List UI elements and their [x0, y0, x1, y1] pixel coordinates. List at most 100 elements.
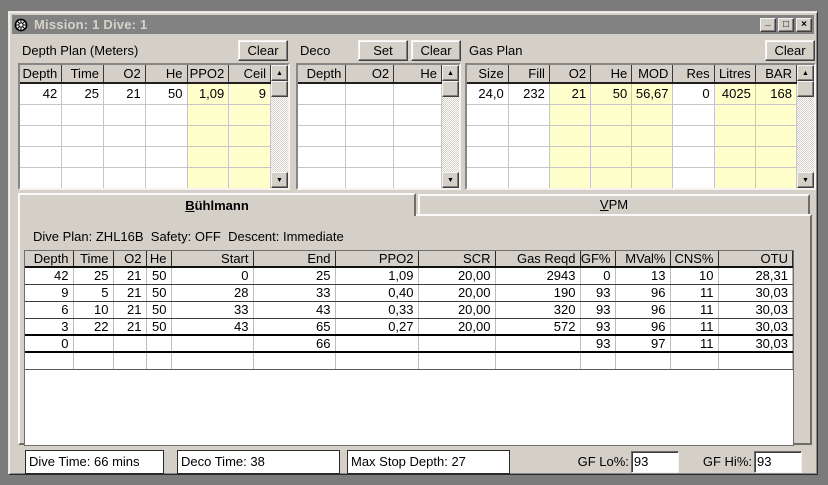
cell[interactable] — [467, 125, 508, 146]
close-button[interactable]: × — [796, 18, 812, 32]
cell[interactable] — [298, 167, 346, 188]
gas-plan-clear-button[interactable]: Clear — [765, 40, 815, 61]
title-bar[interactable]: Mission: 1 Dive: 1 _ □ × — [12, 15, 814, 34]
cell[interactable] — [755, 104, 796, 125]
cell[interactable] — [298, 104, 346, 125]
cell[interactable] — [104, 104, 146, 125]
cell[interactable] — [20, 146, 62, 167]
cell[interactable] — [145, 125, 187, 146]
scrollbar-track[interactable] — [797, 97, 814, 172]
cell[interactable] — [394, 104, 442, 125]
cell[interactable]: 50 — [591, 83, 632, 104]
gas-plan-scrollbar[interactable]: ▲ ▼ — [797, 65, 814, 188]
scrollbar-track[interactable] — [271, 97, 288, 172]
cell[interactable] — [549, 125, 590, 146]
cell[interactable]: 4025 — [714, 83, 755, 104]
deco-clear-button[interactable]: Clear — [411, 40, 461, 61]
cell[interactable]: 25 — [62, 83, 104, 104]
cell[interactable] — [229, 104, 271, 125]
gf-hi-input[interactable] — [754, 451, 802, 473]
cell[interactable] — [632, 104, 673, 125]
cell[interactable] — [187, 104, 229, 125]
cell[interactable] — [298, 83, 346, 104]
cell[interactable] — [549, 146, 590, 167]
cell[interactable] — [755, 146, 796, 167]
scrollbar-thumb[interactable] — [797, 81, 814, 97]
cell[interactable] — [549, 167, 590, 188]
scroll-down-icon[interactable]: ▼ — [797, 172, 814, 188]
cell[interactable] — [714, 146, 755, 167]
cell[interactable] — [346, 104, 394, 125]
cell[interactable] — [508, 167, 549, 188]
scroll-up-icon[interactable]: ▲ — [797, 65, 814, 81]
cell[interactable] — [394, 167, 442, 188]
cell[interactable] — [229, 146, 271, 167]
scroll-up-icon[interactable]: ▲ — [442, 65, 459, 81]
cell[interactable]: 24,0 — [467, 83, 508, 104]
cell[interactable] — [346, 83, 394, 104]
scrollbar-thumb[interactable] — [442, 81, 459, 97]
cell[interactable] — [346, 167, 394, 188]
cell[interactable] — [467, 146, 508, 167]
cell[interactable] — [145, 167, 187, 188]
cell[interactable]: 9 — [229, 83, 271, 104]
cell[interactable] — [394, 125, 442, 146]
cell[interactable] — [187, 125, 229, 146]
cell[interactable] — [20, 167, 62, 188]
scrollbar-track[interactable] — [442, 97, 459, 172]
cell[interactable]: 0 — [673, 83, 714, 104]
cell[interactable] — [104, 146, 146, 167]
cell[interactable] — [714, 125, 755, 146]
cell[interactable] — [104, 167, 146, 188]
cell[interactable] — [673, 104, 714, 125]
tab-buhlmann[interactable]: Bühlmann — [18, 193, 416, 216]
cell[interactable] — [549, 104, 590, 125]
cell[interactable]: 232 — [508, 83, 549, 104]
cell[interactable] — [62, 146, 104, 167]
cell[interactable] — [508, 125, 549, 146]
depth-plan-scrollbar[interactable]: ▲ ▼ — [271, 65, 288, 188]
cell[interactable] — [673, 146, 714, 167]
cell[interactable] — [755, 167, 796, 188]
cell[interactable]: 56,67 — [632, 83, 673, 104]
cell[interactable] — [229, 125, 271, 146]
scrollbar-thumb[interactable] — [271, 81, 288, 97]
cell[interactable] — [346, 125, 394, 146]
cell[interactable] — [62, 125, 104, 146]
cell[interactable] — [145, 146, 187, 167]
cell[interactable] — [298, 146, 346, 167]
scroll-up-icon[interactable]: ▲ — [271, 65, 288, 81]
tab-vpm[interactable]: VPM — [418, 194, 810, 214]
cell[interactable] — [508, 104, 549, 125]
cell[interactable] — [20, 125, 62, 146]
scroll-down-icon[interactable]: ▼ — [442, 172, 459, 188]
depth-plan-clear-button[interactable]: Clear — [238, 40, 288, 61]
cell[interactable] — [591, 167, 632, 188]
cell[interactable]: 168 — [755, 83, 796, 104]
cell[interactable] — [62, 167, 104, 188]
cell[interactable] — [714, 104, 755, 125]
cell[interactable] — [229, 167, 271, 188]
cell[interactable] — [187, 146, 229, 167]
cell[interactable] — [346, 146, 394, 167]
maximize-button[interactable]: □ — [778, 18, 794, 32]
cell[interactable] — [673, 125, 714, 146]
cell[interactable] — [104, 125, 146, 146]
cell[interactable] — [591, 125, 632, 146]
cell[interactable]: 21 — [104, 83, 146, 104]
cell[interactable] — [755, 125, 796, 146]
cell[interactable] — [591, 104, 632, 125]
cell[interactable]: 50 — [145, 83, 187, 104]
cell[interactable] — [187, 167, 229, 188]
cell[interactable]: 42 — [20, 83, 62, 104]
cell[interactable] — [632, 167, 673, 188]
cell[interactable] — [467, 104, 508, 125]
scroll-down-icon[interactable]: ▼ — [271, 172, 288, 188]
deco-scrollbar[interactable]: ▲ ▼ — [442, 65, 459, 188]
cell[interactable] — [467, 167, 508, 188]
cell[interactable]: 21 — [549, 83, 590, 104]
cell[interactable] — [62, 104, 104, 125]
gf-lo-input[interactable] — [631, 451, 679, 473]
cell[interactable] — [394, 83, 442, 104]
cell[interactable] — [632, 146, 673, 167]
